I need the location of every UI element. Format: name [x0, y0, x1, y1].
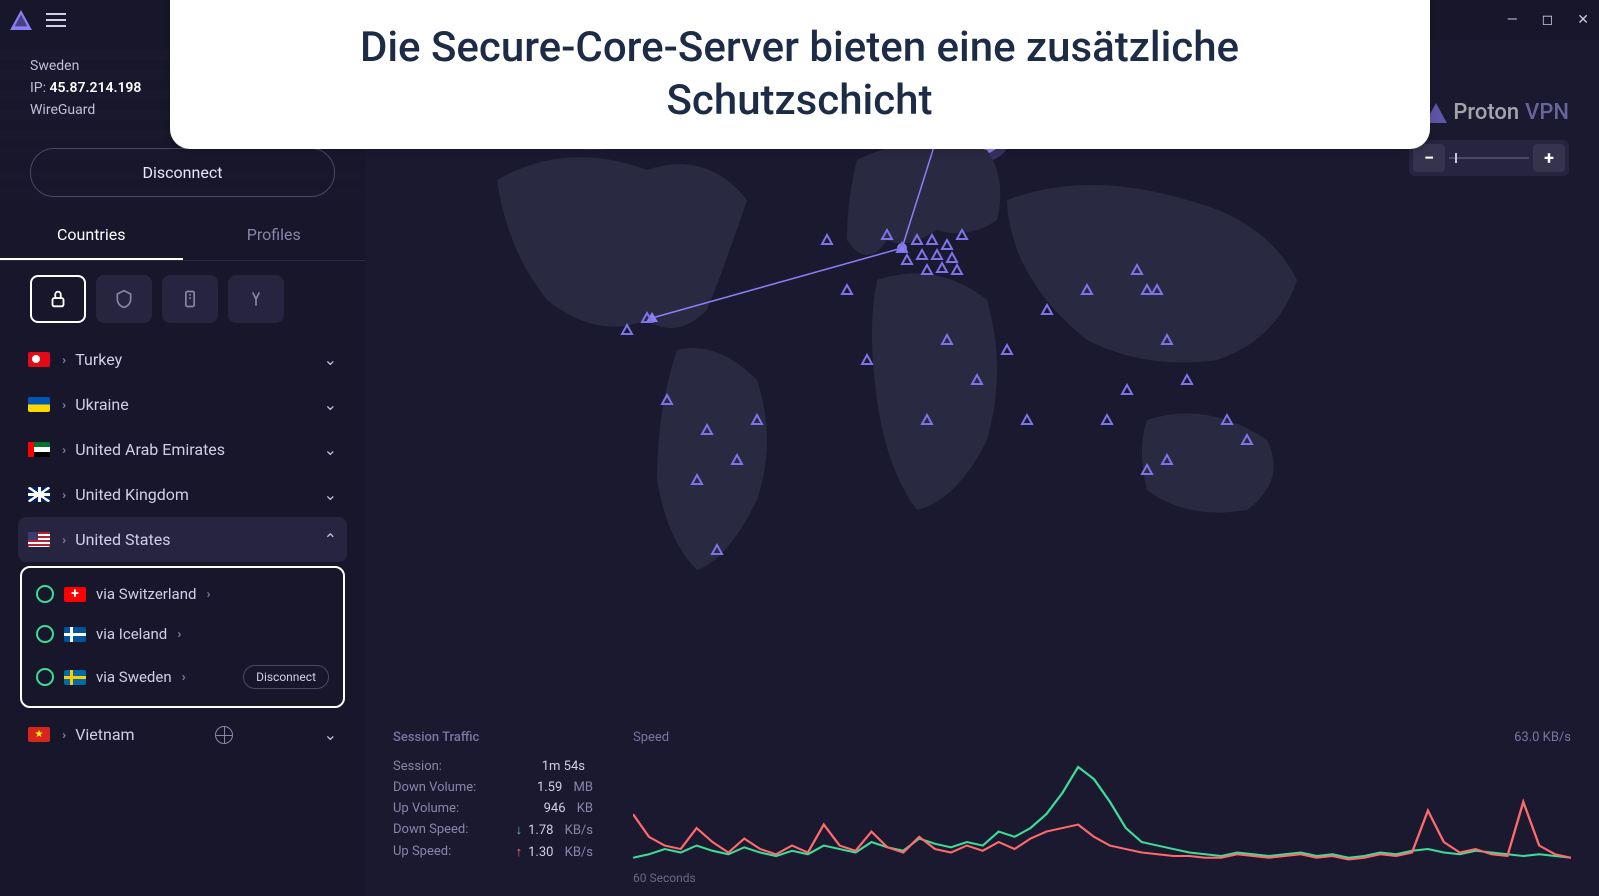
filter-row: [0, 261, 365, 337]
close-button[interactable]: ✕: [1577, 12, 1589, 28]
banner-title: Die Secure-Core-Server bieten eine zusät…: [230, 22, 1370, 127]
country-item-turkey[interactable]: ›› Turkey ⌄: [18, 337, 347, 382]
connect-circle-icon: [36, 585, 54, 603]
minimize-button[interactable]: —: [1507, 12, 1518, 28]
traffic-panel: Session Traffic Session: 1m 54s Down Volu…: [365, 716, 1599, 896]
flag-icon: [64, 587, 86, 602]
tab-bar: Countries Profiles: [0, 211, 365, 261]
flag-icon: [28, 397, 50, 412]
flag-icon: [28, 352, 50, 367]
stat-row: Up Speed: ↑ 1.30 KB/s: [393, 844, 593, 860]
filter-secure-core[interactable]: [30, 275, 86, 323]
speed-label: Speed: [633, 730, 669, 745]
filter-tor[interactable]: [228, 275, 284, 323]
sidebar: Sweden IP: 45.87.214.198 64% Load WireGu…: [0, 40, 365, 896]
country-name: Vietnam: [75, 725, 134, 744]
country-name: United Arab Emirates: [75, 440, 225, 459]
country-name: United Kingdom: [75, 485, 189, 504]
secure-core-icon: ››: [177, 627, 178, 641]
chevron-up-icon: ⌃: [324, 530, 337, 549]
server-via-iceland[interactable]: via Iceland ››: [22, 614, 343, 654]
app-logo-icon: [10, 10, 32, 30]
connect-circle-icon: [36, 668, 54, 686]
stat-label: Down Volume:: [393, 780, 476, 795]
secure-core-icon: ››: [62, 728, 63, 742]
stat-value: 1.59 MB: [537, 780, 593, 795]
secure-core-icon: ››: [182, 670, 183, 684]
country-name: Ukraine: [75, 395, 129, 414]
country-name: United States: [75, 530, 170, 549]
country-item-vietnam[interactable]: ›› Vietnam ⌄: [18, 712, 347, 757]
speed-max-label: 63.0 KB/s: [1514, 730, 1571, 745]
chevron-down-icon: ⌄: [324, 485, 337, 504]
disconnect-button[interactable]: Disconnect: [30, 148, 335, 197]
server-via-sweden[interactable]: via Sweden ›› Disconnect: [22, 654, 343, 700]
tab-profiles[interactable]: Profiles: [183, 211, 366, 260]
flag-icon: [64, 627, 86, 642]
stat-label: Down Speed:: [393, 822, 468, 838]
stat-row: Down Speed: ↓ 1.78 KB/s: [393, 822, 593, 838]
stat-label: Up Volume:: [393, 801, 459, 816]
map-view[interactable]: ProtonVPN − + Session Tra: [365, 40, 1599, 896]
maximize-button[interactable]: ◻: [1542, 12, 1554, 28]
country-item-united-arab-emirates[interactable]: ›› United Arab Emirates ⌄: [18, 427, 347, 472]
stat-value: ↑ 1.30 KB/s: [513, 844, 593, 860]
chevron-down-icon: ⌄: [324, 350, 337, 369]
filter-netshield[interactable]: [96, 275, 152, 323]
chevron-down-icon: ⌄: [324, 440, 337, 459]
server-label: via Switzerland: [96, 585, 196, 603]
secure-core-icon: ››: [62, 353, 63, 367]
chevron-down-icon: ⌄: [324, 395, 337, 414]
country-list[interactable]: ›› Turkey ⌄ ›› Ukraine ⌄ ›› United Arab …: [0, 337, 365, 896]
flag-icon: [28, 487, 50, 502]
server-disconnect-button[interactable]: Disconnect: [243, 665, 329, 689]
stat-row: Up Volume: 946 KB: [393, 801, 593, 816]
country-name: Turkey: [75, 350, 122, 369]
connect-circle-icon: [36, 625, 54, 643]
menu-button[interactable]: [46, 13, 66, 27]
flag-icon: [28, 442, 50, 457]
stat-label: Session:: [393, 759, 442, 774]
tab-countries[interactable]: Countries: [0, 211, 183, 260]
server-via-switzerland[interactable]: via Switzerland ››: [22, 574, 343, 614]
globe-icon: [215, 726, 233, 744]
filter-p2p[interactable]: [162, 275, 218, 323]
country-item-ukraine[interactable]: ›› Ukraine ⌄: [18, 382, 347, 427]
country-item-united-kingdom[interactable]: ›› United Kingdom ⌄: [18, 472, 347, 517]
ip-address: 45.87.214.198: [50, 80, 142, 96]
stat-value: ↓ 1.78 KB/s: [513, 822, 593, 838]
annotation-banner: Die Secure-Core-Server bieten eine zusät…: [170, 0, 1430, 149]
chevron-down-icon: ⌄: [324, 725, 337, 744]
speed-chart: [633, 753, 1571, 863]
server-label: via Iceland: [96, 625, 167, 643]
secure-core-servers: via Switzerland ›› via Iceland ›› via Sw…: [20, 566, 345, 708]
stat-value: 1m 54s: [542, 759, 593, 774]
speed-footer: 60 Seconds: [633, 871, 1571, 885]
session-traffic-label: Session Traffic: [393, 730, 593, 745]
connection-location: Sweden: [30, 58, 79, 74]
stat-row: Down Volume: 1.59 MB: [393, 780, 593, 795]
flag-icon: [28, 532, 50, 547]
stat-label: Up Speed:: [393, 844, 451, 860]
secure-core-icon: ››: [62, 398, 63, 412]
country-item-united-states[interactable]: ›› United States ⌃: [18, 517, 347, 562]
flag-icon: [28, 727, 50, 742]
secure-core-icon: ››: [206, 587, 207, 601]
secure-core-icon: ››: [62, 533, 63, 547]
secure-core-icon: ››: [62, 443, 63, 457]
stat-row: Session: 1m 54s: [393, 759, 593, 774]
secure-core-icon: ››: [62, 488, 63, 502]
server-label: via Sweden: [96, 668, 172, 686]
stat-value: 946 KB: [544, 801, 593, 816]
flag-icon: [64, 670, 86, 685]
protocol-label: WireGuard: [30, 102, 95, 118]
